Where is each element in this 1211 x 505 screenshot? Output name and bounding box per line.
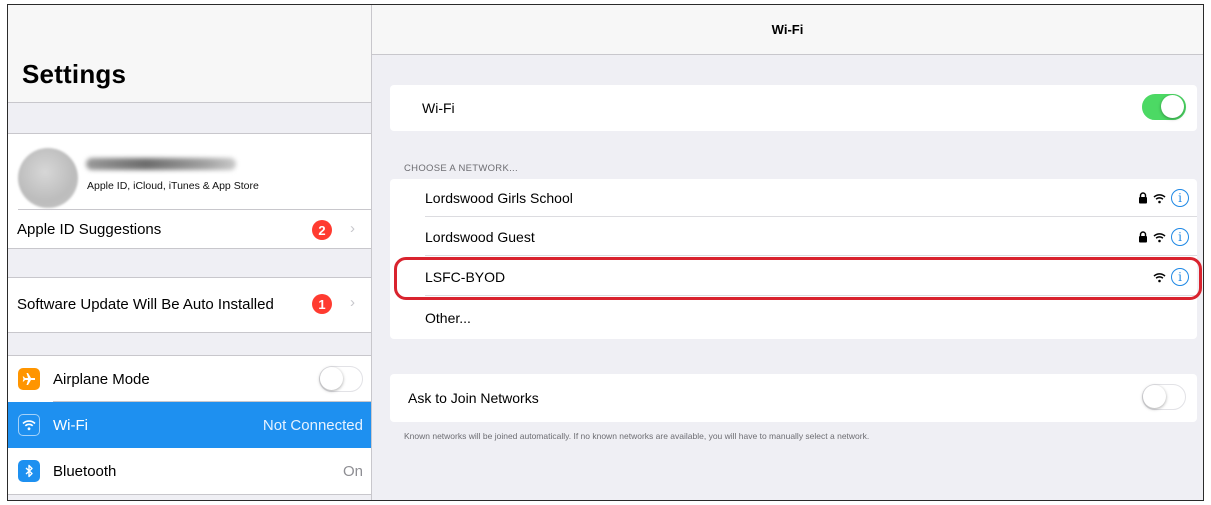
divider xyxy=(425,295,1197,296)
info-icon[interactable]: i xyxy=(1171,268,1189,286)
account-row[interactable]: Apple ID, iCloud, iTunes & App Store xyxy=(8,134,371,210)
toggle-knob xyxy=(1143,385,1166,408)
network-name: Lordswood Girls School xyxy=(425,190,573,206)
chevron-right-icon: › xyxy=(350,220,355,237)
sidebar-header: Settings xyxy=(8,5,371,103)
network-row-lordswood-guest[interactable]: Lordswood Guest i xyxy=(390,218,1197,256)
ask-to-join-toggle[interactable] xyxy=(1142,384,1186,410)
wifi-label: Wi-Fi xyxy=(53,416,88,434)
update-badge: 1 xyxy=(312,294,332,314)
bluetooth-status-value: On xyxy=(342,462,363,480)
suggestions-badge: 2 xyxy=(312,220,332,240)
detail-title: Wi-Fi xyxy=(771,22,804,37)
connectivity-group: Airplane Mode Wi-Fi Not Connected Blueto… xyxy=(8,355,371,495)
settings-sidebar: Settings Apple ID, iCloud, iTunes & App … xyxy=(8,5,372,500)
network-row-other[interactable]: Other... xyxy=(390,299,1197,337)
wifi-toggle-card: Wi-Fi xyxy=(390,85,1197,131)
chevron-right-icon: › xyxy=(350,294,355,311)
network-name: Lordswood Guest xyxy=(425,229,535,245)
info-icon[interactable]: i xyxy=(1171,189,1189,207)
ask-to-join-label: Ask to Join Networks xyxy=(408,390,539,406)
wifi-icon xyxy=(18,414,40,436)
network-list: Lordswood Girls School i Lordswood Guest… xyxy=(390,179,1197,339)
wifi-detail-panel: Wi-Fi Wi-Fi CHOOSE A NETWORK... Lordswoo… xyxy=(372,5,1203,500)
sidebar-item-airplane-mode[interactable]: Airplane Mode xyxy=(8,356,371,402)
account-subtitle: Apple ID, iCloud, iTunes & App Store xyxy=(87,180,259,192)
sidebar-item-wifi[interactable]: Wi-Fi Not Connected xyxy=(8,402,371,448)
software-update-label: Software Update Will Be Auto Installed xyxy=(17,296,274,313)
apple-id-suggestions-row[interactable]: Apple ID Suggestions 2 › xyxy=(8,210,371,249)
lock-icon xyxy=(1139,192,1147,204)
wifi-signal-icon xyxy=(1153,193,1166,203)
account-group: Apple ID, iCloud, iTunes & App Store App… xyxy=(8,133,371,249)
airplane-icon xyxy=(18,368,40,390)
network-icons: i xyxy=(1138,228,1189,246)
avatar xyxy=(18,148,78,208)
divider xyxy=(425,216,1197,217)
network-row-lordswood-girls-school[interactable]: Lordswood Girls School i xyxy=(390,179,1197,217)
divider xyxy=(425,255,1197,256)
toggle-knob xyxy=(1161,95,1184,118)
wifi-signal-icon xyxy=(1153,272,1166,282)
account-name-blurred xyxy=(86,158,236,170)
network-name: LSFC-BYOD xyxy=(425,269,506,285)
wifi-toggle[interactable] xyxy=(1142,94,1186,120)
bluetooth-label: Bluetooth xyxy=(53,462,117,480)
toggle-knob xyxy=(320,367,343,390)
info-icon[interactable]: i xyxy=(1171,228,1189,246)
sidebar-item-bluetooth[interactable]: Bluetooth On xyxy=(8,448,371,494)
page-title: Settings xyxy=(22,59,127,89)
network-icons: i xyxy=(1153,268,1189,286)
network-row-lsfc-byod[interactable]: LSFC-BYOD i xyxy=(390,258,1197,296)
apple-id-suggestions-label: Apple ID Suggestions xyxy=(17,221,162,238)
wifi-toggle-label: Wi-Fi xyxy=(422,100,455,116)
settings-window: Settings Apple ID, iCloud, iTunes & App … xyxy=(7,4,1204,501)
airplane-mode-toggle[interactable] xyxy=(319,366,363,392)
wifi-status-value: Not Connected xyxy=(262,416,363,434)
update-group: Software Update Will Be Auto Installed 1… xyxy=(8,277,371,333)
wifi-signal-icon xyxy=(1153,232,1166,242)
airplane-mode-label: Airplane Mode xyxy=(53,370,150,388)
software-update-row[interactable]: Software Update Will Be Auto Installed 1… xyxy=(8,278,371,334)
bluetooth-icon xyxy=(18,460,40,482)
network-icons: i xyxy=(1138,189,1189,207)
network-name: Other... xyxy=(425,310,471,326)
wifi-detail-header: Wi-Fi xyxy=(372,5,1203,55)
ask-to-join-card: Ask to Join Networks xyxy=(390,374,1197,422)
lock-icon xyxy=(1139,231,1147,243)
choose-network-label: CHOOSE A NETWORK... xyxy=(404,163,518,174)
ask-to-join-footnote: Known networks will be joined automatica… xyxy=(404,431,870,441)
